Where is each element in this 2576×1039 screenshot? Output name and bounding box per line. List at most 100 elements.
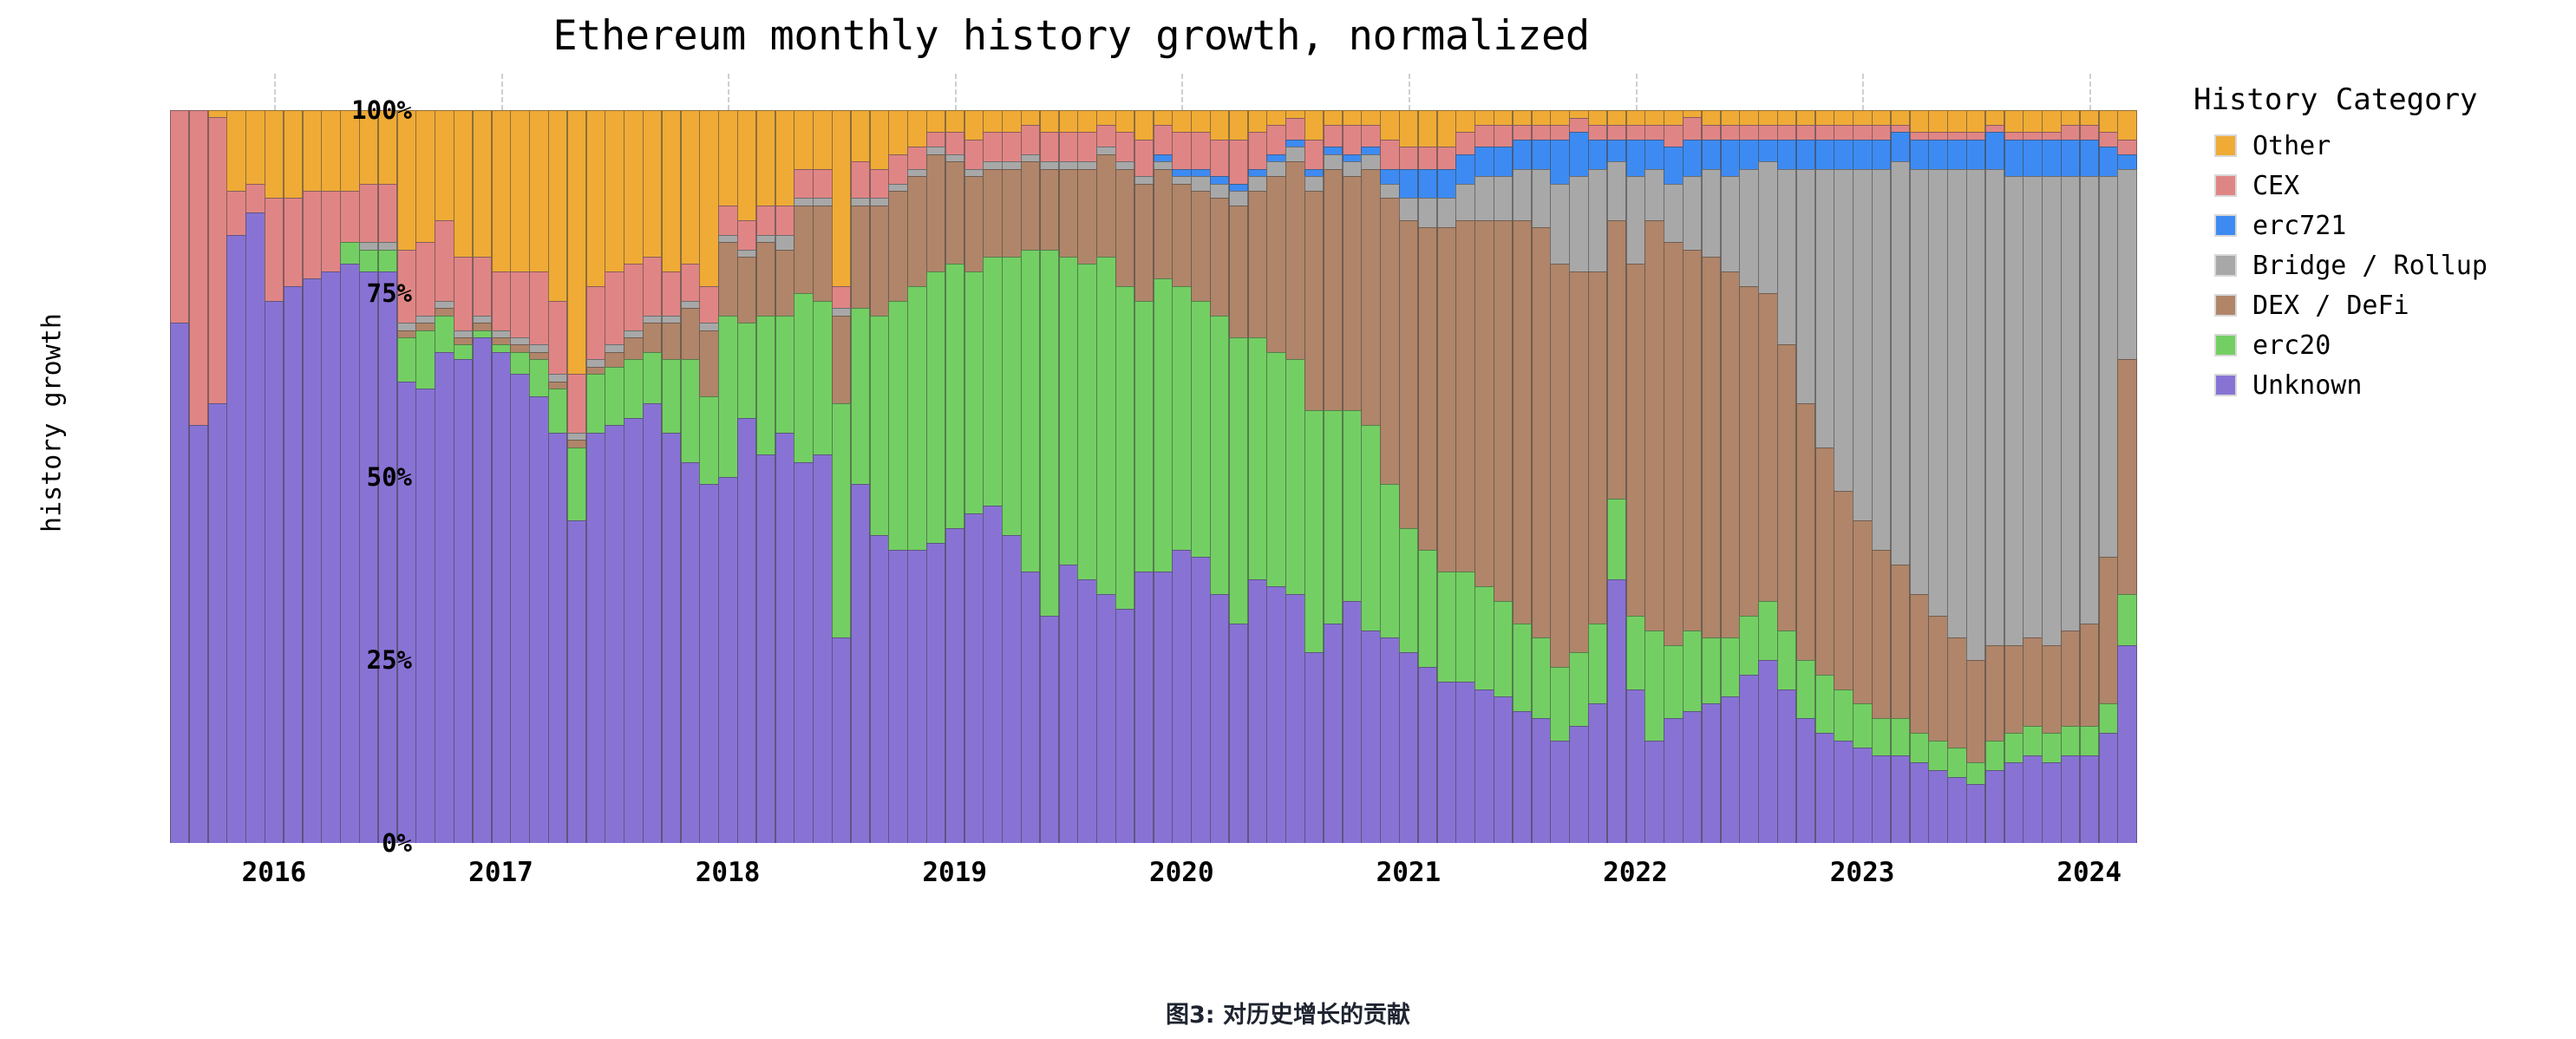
bar-segment[interactable] [775,110,794,206]
bar-segment[interactable] [1323,623,1344,843]
bar-segment[interactable] [1814,447,1834,675]
bar-segment[interactable] [2061,124,2081,140]
bar-segment[interactable] [491,330,511,337]
bar-segment[interactable] [661,359,682,433]
bar-segment[interactable] [2004,139,2024,177]
bar-segment[interactable] [1928,616,1948,741]
bar-segment[interactable] [340,264,360,843]
bar-segment[interactable] [1304,190,1324,411]
bar-segment[interactable] [1153,124,1173,154]
bar-segment[interactable] [1455,110,1475,133]
legend-item[interactable]: erc721 [2194,206,2575,245]
bar-segment[interactable] [869,205,889,316]
bar-segment[interactable] [472,315,493,323]
bar-segment[interactable] [1361,124,1381,147]
bar-segment[interactable] [396,110,416,250]
bar-segment[interactable] [415,242,435,316]
bar-segment[interactable] [1872,110,1892,125]
bar-segment[interactable] [1021,110,1041,125]
bar-segment[interactable] [794,293,814,462]
bar-segment[interactable] [1872,755,1892,843]
bar-segment[interactable] [1606,161,1627,220]
bar-segment[interactable] [1474,124,1494,147]
bar-segment[interactable] [1512,623,1533,711]
bar-column[interactable] [1399,110,1419,843]
bar-segment[interactable] [1058,564,1078,843]
bar-segment[interactable] [1172,550,1192,843]
bar-segment[interactable] [1701,703,1722,843]
bar-segment[interactable] [1664,110,1684,125]
bar-segment[interactable] [1890,124,1911,133]
bar-segment[interactable] [680,110,700,265]
bar-segment[interactable] [794,461,814,843]
bar-segment[interactable] [1494,601,1514,696]
bar-segment[interactable] [1606,124,1627,140]
bar-segment[interactable] [964,110,984,140]
bar-segment[interactable] [1380,168,1400,184]
bar-segment[interactable] [1644,630,1664,741]
bar-column[interactable] [926,110,946,843]
bar-segment[interactable] [1984,740,2005,770]
bar-segment[interactable] [2061,630,2081,726]
bar-segment[interactable] [1569,110,1589,118]
bar-column[interactable] [1115,110,1135,843]
bar-segment[interactable] [1134,139,1154,177]
bar-segment[interactable] [1966,784,1986,843]
bar-segment[interactable] [2061,139,2081,177]
bar-segment[interactable] [813,454,833,843]
bar-segment[interactable] [1966,168,1986,660]
bar-segment[interactable] [680,461,700,843]
bar-segment[interactable] [624,417,644,843]
bar-segment[interactable] [1494,176,1514,220]
bar-segment[interactable] [869,168,889,199]
bar-segment[interactable] [1399,168,1419,199]
bar-column[interactable] [907,110,927,843]
bar-segment[interactable] [794,168,814,199]
bar-segment[interactable] [832,285,852,309]
bar-segment[interactable] [2117,593,2137,645]
bar-segment[interactable] [454,344,474,360]
bar-segment[interactable] [2004,110,2024,133]
bar-segment[interactable] [415,330,435,389]
bar-segment[interactable] [1191,190,1211,301]
bar-segment[interactable] [2079,110,2100,125]
bar-segment[interactable] [1342,161,1362,177]
bar-segment[interactable] [2004,132,2024,140]
bar-column[interactable] [1285,110,1305,843]
bar-segment[interactable] [775,315,794,433]
bar-segment[interactable] [1474,586,1494,689]
bar-column[interactable] [964,110,984,843]
bar-segment[interactable] [624,264,644,330]
bar-segment[interactable] [1323,147,1344,154]
bar-segment[interactable] [566,440,587,448]
bar-segment[interactable] [1701,168,1722,258]
bar-column[interactable] [585,110,605,843]
bar-segment[interactable] [1664,644,1684,719]
bar-segment[interactable] [1683,249,1703,631]
bar-segment[interactable] [1002,535,1022,843]
bar-column[interactable] [1077,110,1097,843]
bar-segment[interactable] [1890,718,1911,755]
bar-segment[interactable] [1039,161,1060,169]
bar-segment[interactable] [170,110,190,323]
bar-column[interactable] [1417,110,1438,843]
bar-segment[interactable] [1795,168,1816,404]
bar-column[interactable] [1039,110,1060,843]
bar-segment[interactable] [1928,132,1948,140]
bar-column[interactable] [1455,110,1475,843]
bar-column[interactable] [1512,110,1533,843]
bar-segment[interactable] [1531,110,1551,125]
bar-segment[interactable] [188,425,209,843]
bar-segment[interactable] [1436,572,1456,683]
bar-segment[interactable] [1474,176,1494,220]
bar-segment[interactable] [1872,124,1892,140]
bar-segment[interactable] [1795,718,1816,843]
bar-segment[interactable] [2079,176,2100,624]
bar-segment[interactable] [1342,154,1362,162]
bar-segment[interactable] [661,432,682,843]
bar-column[interactable] [755,110,776,843]
bar-segment[interactable] [207,117,227,403]
bar-segment[interactable] [1210,315,1230,594]
bar-segment[interactable] [1720,271,1740,638]
bar-segment[interactable] [643,110,663,258]
